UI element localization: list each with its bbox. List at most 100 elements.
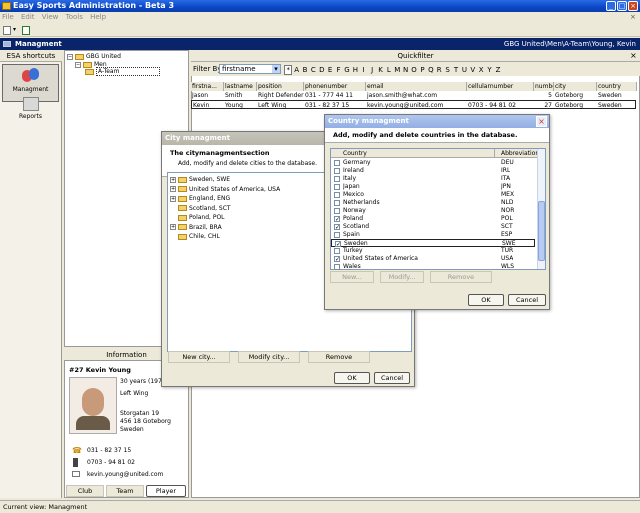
country-row[interactable]: ✓ United States of America USA: [331, 255, 535, 263]
letter-filter-button[interactable]: J: [368, 66, 376, 74]
scrollbar[interactable]: [537, 149, 545, 269]
letter-filter-button[interactable]: D: [318, 66, 326, 74]
letter-filter-button[interactable]: Z: [494, 66, 502, 74]
letter-filter-button[interactable]: O: [410, 66, 418, 74]
new-city-button[interactable]: New city...: [168, 351, 230, 363]
modify-country-button[interactable]: Modify...: [380, 271, 424, 283]
letter-filter-button[interactable]: F: [334, 66, 342, 74]
country-row[interactable]: ✓ Scotland SCT: [331, 223, 535, 231]
filter-select[interactable]: firstname ▾: [219, 64, 281, 74]
country-row[interactable]: Wales WLS: [331, 263, 535, 271]
letter-filter-button[interactable]: N: [401, 66, 409, 74]
letter-filter-button[interactable]: K: [376, 66, 384, 74]
letter-filter-button[interactable]: I: [360, 66, 368, 74]
country-checkbox[interactable]: [334, 248, 340, 254]
country-row[interactable]: Japan JPN: [331, 183, 535, 191]
remove-city-button[interactable]: Remove: [308, 351, 370, 363]
col-country[interactable]: Country: [343, 149, 367, 158]
country-checkbox[interactable]: [334, 176, 340, 182]
city-tree-node[interactable]: +Chile, CHL: [170, 233, 220, 241]
country-row[interactable]: ✓ Sweden SWE: [331, 239, 535, 248]
country-checkbox[interactable]: [334, 232, 340, 238]
country-cancel-button[interactable]: Cancel: [508, 294, 546, 306]
letter-filter-button[interactable]: A: [292, 66, 300, 74]
letter-filter-button[interactable]: C: [309, 66, 317, 74]
country-row[interactable]: Italy ITA: [331, 175, 535, 183]
close-button[interactable]: ×: [628, 1, 638, 11]
letter-filter-button[interactable]: U: [460, 66, 468, 74]
country-row[interactable]: Germany DEU: [331, 159, 535, 167]
tree-node-club[interactable]: − GBG United: [67, 53, 121, 61]
col-abbreviation[interactable]: Abbreviation: [494, 149, 539, 158]
city-tree-node[interactable]: + Brazil, BRA: [170, 224, 222, 232]
dropdown-arrow-icon[interactable]: ▾: [13, 26, 16, 33]
letter-filter-button[interactable]: X: [477, 66, 485, 74]
letter-filter-button[interactable]: *: [284, 65, 293, 75]
menu-edit[interactable]: Edit: [21, 13, 35, 21]
remove-country-button[interactable]: Remove: [430, 271, 492, 283]
scrollbar-thumb[interactable]: [538, 201, 545, 261]
expand-icon[interactable]: +: [170, 186, 176, 192]
tab-team[interactable]: Team: [106, 485, 144, 497]
city-cancel-button[interactable]: Cancel: [374, 372, 410, 384]
country-row[interactable]: Norway NOR: [331, 207, 535, 215]
country-checkbox[interactable]: ✓: [334, 224, 340, 231]
country-checkbox[interactable]: [334, 184, 340, 190]
menu-file[interactable]: File: [2, 13, 14, 21]
menu-help[interactable]: Help: [90, 13, 106, 21]
country-row[interactable]: Mexico MEX: [331, 191, 535, 199]
city-tree-node[interactable]: +Scotland, SCT: [170, 205, 231, 213]
country-checkbox[interactable]: [334, 264, 340, 270]
col-header[interactable]: lastname: [224, 82, 257, 91]
tree-node-team[interactable]: A-Team: [85, 67, 161, 76]
country-row[interactable]: Spain ESP: [331, 231, 535, 239]
letter-filter-button[interactable]: M: [393, 66, 401, 74]
tab-club[interactable]: Club: [66, 485, 104, 497]
country-ok-button[interactable]: OK: [468, 294, 504, 306]
country-checkbox[interactable]: [334, 208, 340, 214]
country-row[interactable]: ✓ Poland POL: [331, 215, 535, 223]
country-row[interactable]: Netherlands NLD: [331, 199, 535, 207]
country-row[interactable]: Turkey TUR: [331, 247, 535, 255]
letter-filter-button[interactable]: Y: [485, 66, 493, 74]
col-header[interactable]: cellularnumber: [467, 82, 534, 91]
export-icon[interactable]: [22, 26, 30, 35]
country-checkbox[interactable]: ✓: [334, 216, 340, 223]
country-row[interactable]: Ireland IRL: [331, 167, 535, 175]
letter-filter-button[interactable]: V: [469, 66, 477, 74]
maximize-button[interactable]: □: [617, 1, 627, 11]
close-icon[interactable]: ×: [630, 51, 637, 60]
letter-filter-button[interactable]: E: [326, 66, 334, 74]
minimize-button[interactable]: _: [606, 1, 616, 11]
letter-filter-button[interactable]: B: [301, 66, 309, 74]
city-tree-node[interactable]: + England, ENG: [170, 195, 230, 203]
new-country-button[interactable]: New...: [330, 271, 374, 283]
col-header[interactable]: firstna...: [191, 82, 224, 91]
letter-filter-button[interactable]: R: [435, 66, 443, 74]
table-row[interactable]: Jason Smith Right Defender 031 - 777 44 …: [191, 91, 640, 100]
city-tree-node[interactable]: +Poland, POL: [170, 214, 225, 222]
shortcut-reports[interactable]: Reports: [2, 94, 59, 132]
col-header[interactable]: position: [257, 82, 304, 91]
letter-filter-button[interactable]: H: [351, 66, 359, 74]
letter-filter-button[interactable]: P: [418, 66, 426, 74]
letter-filter-button[interactable]: L: [385, 66, 393, 74]
expand-icon[interactable]: +: [170, 176, 176, 183]
table-row-selected[interactable]: Kevin Young Left Wing 031 - 82 37 15 kev…: [191, 100, 636, 109]
col-header[interactable]: phonenumber: [304, 82, 366, 91]
letter-filter-button[interactable]: T: [452, 66, 460, 74]
letter-filter-button[interactable]: G: [343, 66, 351, 74]
modify-city-button[interactable]: Modify city...: [238, 351, 300, 363]
col-header[interactable]: number: [534, 82, 554, 91]
country-checkbox[interactable]: [334, 200, 340, 206]
country-checkbox[interactable]: ✓: [334, 256, 340, 263]
letter-filter-button[interactable]: Q: [427, 66, 435, 74]
country-checkbox[interactable]: [334, 192, 340, 198]
mdi-close-icon[interactable]: ×: [630, 13, 636, 21]
city-ok-button[interactable]: OK: [334, 372, 370, 384]
col-header[interactable]: country: [597, 82, 637, 91]
letter-filter-button[interactable]: S: [443, 66, 451, 74]
col-header[interactable]: city: [554, 82, 597, 91]
col-header[interactable]: email: [366, 82, 467, 91]
menu-tools[interactable]: Tools: [66, 13, 83, 21]
